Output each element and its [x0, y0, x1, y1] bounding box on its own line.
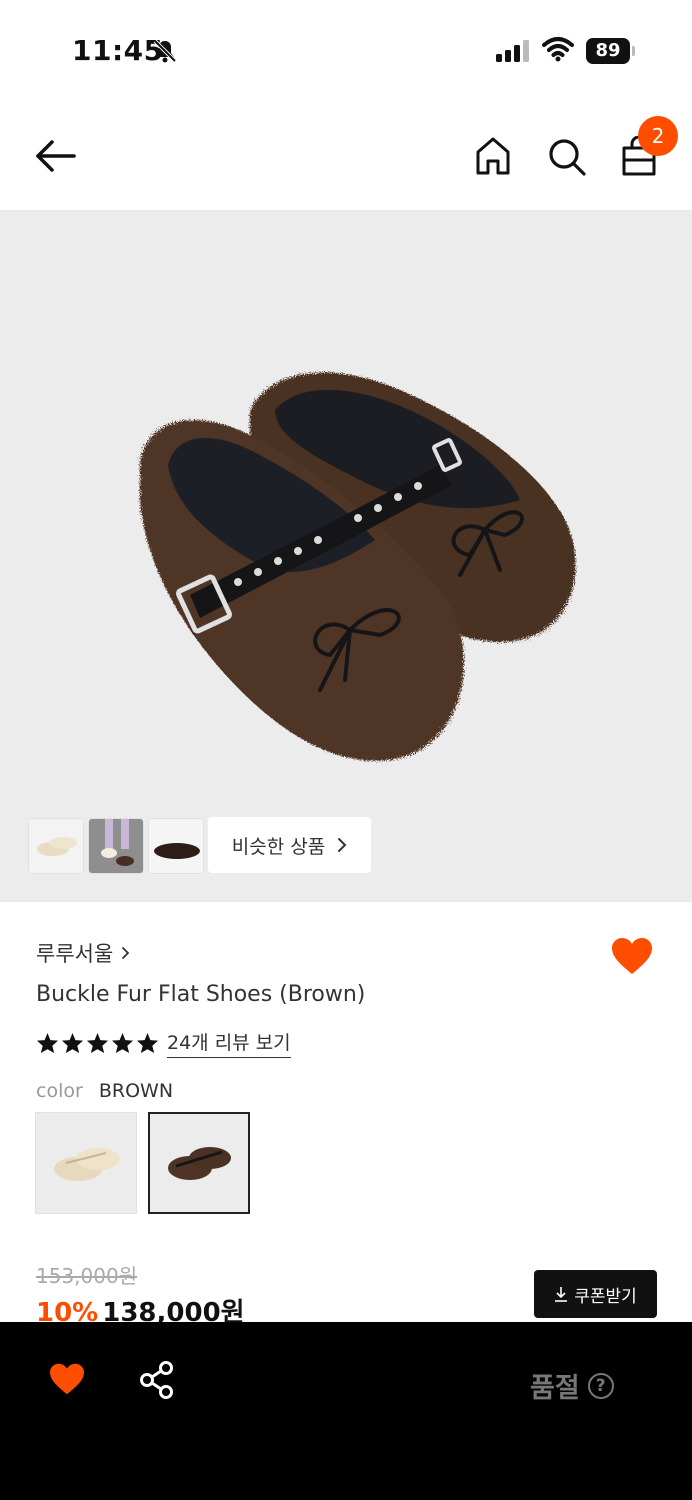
wifi-icon — [542, 37, 574, 62]
sold-out-label: 품절 — [530, 1373, 580, 1404]
product-image — [140, 372, 576, 761]
sold-out-status: 품절 ? — [530, 1366, 614, 1405]
thumbnail-model[interactable] — [88, 818, 144, 874]
product-image-gallery[interactable]: 비슷한 상품 — [0, 210, 692, 902]
coupon-label: 쿠폰받기 — [574, 1286, 637, 1307]
download-icon — [555, 1287, 568, 1302]
star-icon — [136, 1032, 159, 1054]
thumbnail-brown[interactable] — [148, 818, 204, 874]
search-icon[interactable] — [546, 136, 588, 178]
bell-slash-icon — [153, 39, 177, 63]
battery-cap — [632, 46, 635, 56]
star-icon — [36, 1032, 59, 1054]
beige-swatch-image — [54, 1148, 120, 1181]
star-icon — [86, 1032, 109, 1054]
thumbnail-beige[interactable] — [28, 818, 84, 874]
swatch-beige[interactable] — [35, 1112, 137, 1214]
bottom-action-bar: 품절 ? — [0, 1322, 692, 1500]
similar-products-label: 비슷한 상품 — [231, 835, 326, 858]
product-title: Buckle Fur Flat Shoes (Brown) — [36, 982, 366, 1007]
back-arrow-icon[interactable] — [34, 138, 78, 174]
top-nav: 2 — [0, 100, 692, 210]
star-icon — [111, 1032, 134, 1054]
color-option-row: color BROWN — [36, 1080, 173, 1102]
signal-icon — [496, 40, 529, 62]
help-icon[interactable]: ? — [587, 1372, 614, 1399]
share-icon[interactable] — [138, 1360, 176, 1400]
beige-shoe-thumb-image — [29, 819, 83, 873]
brown-swatch-image — [168, 1147, 231, 1180]
brand-link[interactable]: 루루서울 — [36, 938, 130, 968]
rating-row: 24개 리뷰 보기 — [36, 1028, 291, 1058]
chevron-right-icon — [122, 947, 130, 959]
color-swatches — [35, 1112, 250, 1214]
brown-shoe-thumb-image — [149, 819, 203, 873]
brand-name: 루루서울 — [36, 942, 114, 966]
model-thumb-image — [89, 819, 143, 873]
selected-color-value: BROWN — [98, 1080, 174, 1102]
wishlist-heart-icon[interactable] — [48, 1362, 86, 1396]
star-rating — [36, 1032, 159, 1054]
get-coupon-button[interactable]: 쿠폰받기 — [534, 1270, 657, 1318]
similar-products-button[interactable]: 비슷한 상품 — [208, 817, 371, 873]
thumbnail-strip — [28, 818, 204, 874]
reviews-link[interactable]: 24개 리뷰 보기 — [167, 1028, 291, 1058]
swatch-brown[interactable] — [148, 1112, 250, 1214]
star-icon — [61, 1032, 84, 1054]
cart-count-badge: 2 — [638, 116, 678, 156]
wishlist-heart-icon[interactable] — [610, 936, 654, 976]
product-info: 루루서울 Buckle Fur Flat Shoes (Brown) 24개 리… — [0, 902, 692, 1328]
status-bar: 11:45 89 — [0, 0, 692, 100]
chevron-right-icon — [338, 838, 347, 852]
home-icon[interactable] — [474, 136, 512, 176]
original-price: 153,000원 — [36, 1264, 138, 1288]
battery-indicator: 89 — [586, 38, 630, 64]
status-time: 11:45 — [72, 34, 164, 67]
color-label: color — [36, 1080, 83, 1102]
